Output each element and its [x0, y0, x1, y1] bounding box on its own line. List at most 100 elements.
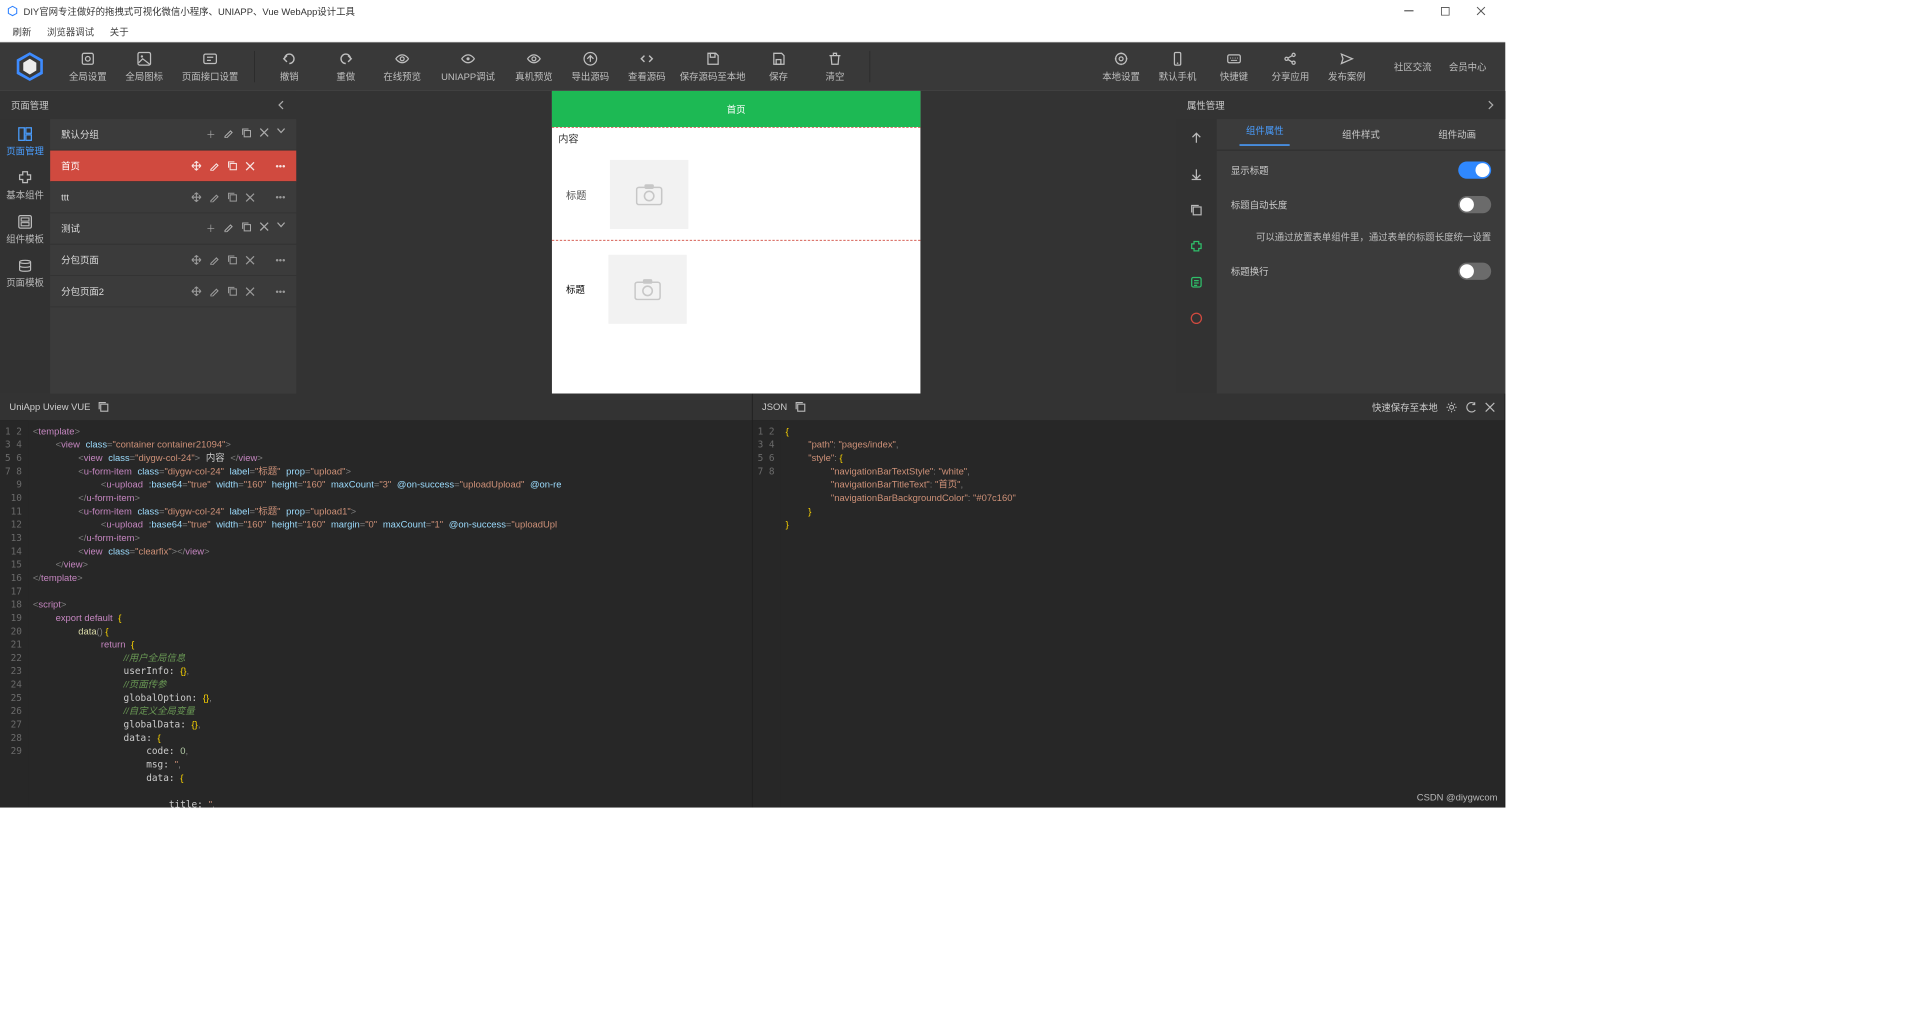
- uniapp-icon: [460, 51, 476, 67]
- toolbar-redo[interactable]: 重做: [318, 42, 374, 91]
- toolbar-global[interactable]: 全局设置: [60, 42, 116, 91]
- page-group[interactable]: 默认分组＋: [50, 119, 296, 150]
- edit-icon[interactable]: [223, 128, 233, 141]
- left-tab-pages[interactable]: 页面管理: [0, 119, 50, 163]
- maximize-button[interactable]: [1427, 0, 1463, 22]
- more-icon[interactable]: •••: [275, 286, 285, 297]
- toggle-auto-length[interactable]: [1458, 196, 1491, 213]
- delete-icon[interactable]: [260, 128, 269, 141]
- toolbar-local[interactable]: 本地设置: [1093, 42, 1149, 91]
- toolbar-preview[interactable]: 在线预览: [374, 42, 430, 91]
- gear-icon[interactable]: [1446, 401, 1458, 413]
- toolbar-save[interactable]: 保存: [750, 42, 806, 91]
- toolbar-clear[interactable]: 清空: [807, 42, 863, 91]
- delete-icon[interactable]: [260, 222, 269, 235]
- page-group[interactable]: 测试＋: [50, 213, 296, 244]
- delete-icon[interactable]: [245, 287, 254, 296]
- toolbar-link-0[interactable]: 社区交流: [1394, 60, 1432, 73]
- copy-icon[interactable]: [227, 255, 237, 265]
- menu-2[interactable]: 关于: [102, 25, 137, 38]
- toggle-show-title[interactable]: [1458, 162, 1491, 179]
- edit-icon[interactable]: [209, 286, 219, 296]
- item-title: 标题: [566, 187, 586, 202]
- toolbar-export[interactable]: 导出源码: [562, 42, 618, 91]
- prop-tab-2[interactable]: 组件动画: [1432, 128, 1482, 141]
- toolbar-device[interactable]: 真机预览: [506, 42, 562, 91]
- code-editor-left[interactable]: <template> <view class="container contai…: [28, 420, 752, 807]
- toolbar-savelocal[interactable]: 保存源码至本地: [675, 42, 750, 91]
- toolbar-uniapp[interactable]: UNIAPP调试: [430, 42, 505, 91]
- form-item[interactable]: 标题: [552, 241, 920, 338]
- move-icon[interactable]: [191, 255, 201, 265]
- toolbar-api[interactable]: 页面接口设置: [172, 42, 247, 91]
- page-item[interactable]: 分包页面 •••: [50, 245, 296, 276]
- copy-json-icon[interactable]: [795, 401, 806, 412]
- close-panel-icon[interactable]: [1485, 402, 1495, 412]
- toolbar-phone[interactable]: 默认手机: [1149, 42, 1205, 91]
- copy-icon[interactable]: [227, 161, 237, 171]
- copy-icon[interactable]: [227, 286, 237, 296]
- form-item[interactable]: 标题: [552, 149, 920, 240]
- toolbar-viewsrc[interactable]: 查看源码: [619, 42, 675, 91]
- upload-placeholder[interactable]: [608, 255, 686, 324]
- delete-icon[interactable]: [245, 255, 254, 264]
- upload-placeholder[interactable]: [610, 160, 688, 229]
- quick-save-label[interactable]: 快速保存至本地: [1372, 400, 1438, 413]
- property-form: 显示标题 标题自动长度 可以通过放置表单组件里，通过表单的标题长度统一设置 标题…: [1217, 151, 1506, 291]
- left-tab-pagetmpl[interactable]: 页面模板: [0, 251, 50, 295]
- warning-icon[interactable]: [1189, 310, 1205, 326]
- toolbar-undo[interactable]: 撤销: [261, 42, 317, 91]
- move-up-icon[interactable]: [1189, 130, 1205, 146]
- selected-section[interactable]: 内容 标题: [552, 127, 920, 241]
- more-icon[interactable]: •••: [275, 192, 285, 203]
- edit-icon[interactable]: [209, 255, 219, 265]
- add-icon[interactable]: ＋: [206, 128, 215, 141]
- left-panel-title: 页面管理: [11, 98, 49, 111]
- copy-icon[interactable]: [241, 128, 251, 141]
- move-icon[interactable]: [191, 192, 201, 202]
- edit-icon[interactable]: [209, 192, 219, 202]
- left-tab-tmpl[interactable]: 组件模板: [0, 207, 50, 251]
- toolbar-publish[interactable]: 发布案例: [1319, 42, 1375, 91]
- page-item[interactable]: 分包页面2 •••: [50, 276, 296, 307]
- add-icon[interactable]: ＋: [206, 222, 215, 235]
- code-editor-right[interactable]: { "path": "pages/index", "style": { "nav…: [781, 420, 1505, 807]
- left-tab-comps[interactable]: 基本组件: [0, 163, 50, 207]
- copy-icon[interactable]: [227, 192, 237, 202]
- delete-icon[interactable]: [245, 161, 254, 170]
- toolbar-share[interactable]: 分享应用: [1262, 42, 1318, 91]
- edit-icon[interactable]: [209, 161, 219, 171]
- puzzle-icon[interactable]: [1189, 238, 1205, 254]
- refresh-icon[interactable]: [1465, 401, 1477, 413]
- more-icon[interactable]: •••: [275, 254, 285, 265]
- copy-icon[interactable]: [1189, 202, 1205, 218]
- prop-tab-1[interactable]: 组件样式: [1336, 128, 1386, 141]
- more-icon[interactable]: •••: [275, 160, 285, 171]
- collapse-left-icon[interactable]: [278, 100, 286, 109]
- collapse-right-icon[interactable]: [1486, 100, 1494, 109]
- minimize-button[interactable]: [1391, 0, 1427, 22]
- undo-icon: [281, 51, 297, 67]
- toolbar-separator: [869, 51, 870, 82]
- page-item[interactable]: 首页 •••: [50, 151, 296, 182]
- copy-icon[interactable]: [241, 222, 251, 235]
- chevron-down-icon[interactable]: [277, 128, 286, 141]
- edit-icon[interactable]: [223, 222, 233, 235]
- delete-icon[interactable]: [245, 192, 254, 201]
- close-button[interactable]: [1463, 0, 1499, 22]
- move-icon[interactable]: [191, 161, 201, 171]
- list-icon[interactable]: [1189, 274, 1205, 290]
- chevron-down-icon[interactable]: [277, 222, 286, 235]
- menu-0[interactable]: 刷新: [5, 25, 40, 38]
- move-down-icon[interactable]: [1189, 166, 1205, 182]
- toolbar-icons[interactable]: 全局图标: [116, 42, 172, 91]
- move-icon[interactable]: [191, 286, 201, 296]
- toggle-title-wrap[interactable]: [1458, 263, 1491, 280]
- toolbar-link-1[interactable]: 会员中心: [1449, 60, 1487, 73]
- copy-code-icon[interactable]: [98, 401, 109, 412]
- prop-tab-0[interactable]: 组件属性: [1240, 123, 1290, 145]
- toolbar-shortcut[interactable]: 快捷键: [1206, 42, 1262, 91]
- page-item[interactable]: ttt •••: [50, 182, 296, 213]
- menu-1[interactable]: 浏览器调试: [39, 25, 102, 38]
- line-gutter: 1 2 3 4 5 6 7 8: [753, 420, 781, 807]
